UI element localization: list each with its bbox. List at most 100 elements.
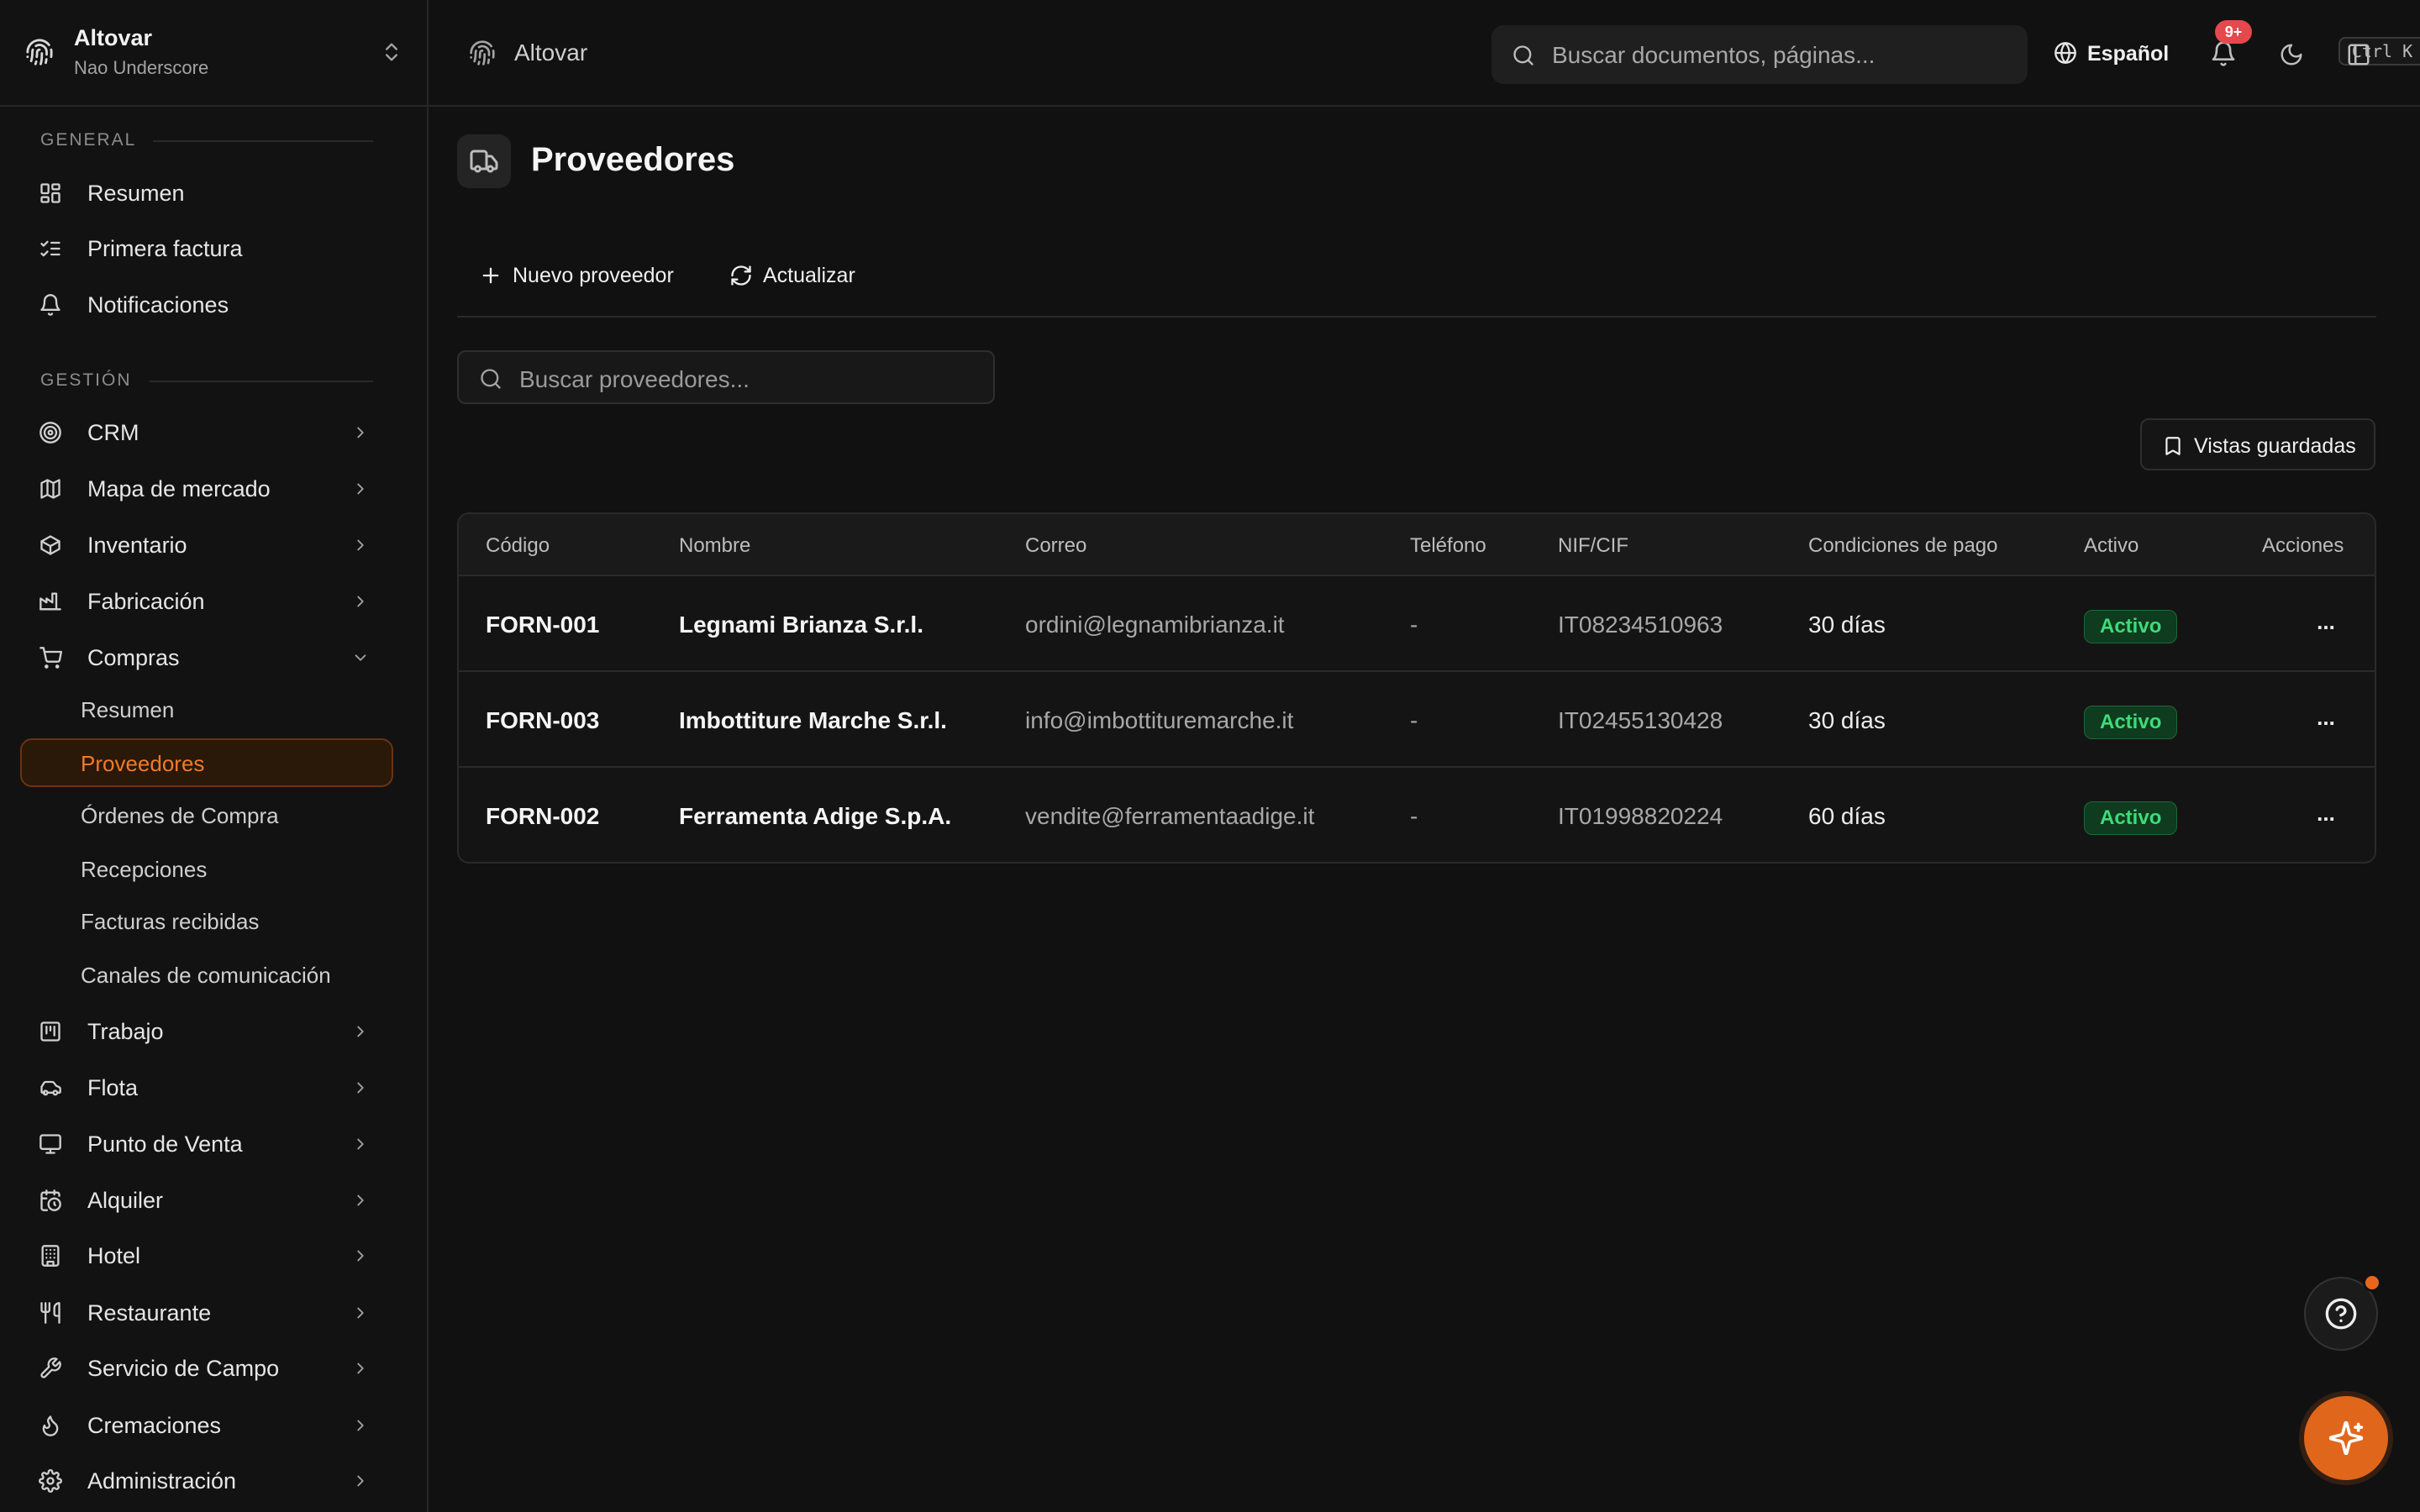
sidebar-item-label: CRM [87, 420, 139, 445]
fingerprint-icon [469, 39, 496, 66]
cell-code: FORN-003 [486, 707, 600, 733]
search-placeholder: Buscar proveedores... [519, 366, 750, 392]
cell-payment-terms: 30 días [1808, 612, 1886, 638]
column-header-correo[interactable]: Correo [1025, 534, 1086, 558]
bell-icon [39, 293, 62, 317]
section-label-general: GENERAL [40, 130, 137, 150]
sidebar-item-punto-de-venta[interactable]: Punto de Venta [20, 1120, 393, 1167]
language-label: Español [2087, 42, 2170, 66]
cell-nif: IT08234510963 [1558, 612, 1723, 638]
supplier-search-input[interactable]: Buscar proveedores... [457, 350, 995, 404]
cell-name: Ferramenta Adige S.p.A. [679, 803, 952, 829]
sidebar-subitem-canales-de-comunicacion[interactable]: Canales de comunicación [20, 950, 393, 999]
refresh-label: Actualizar [763, 264, 855, 287]
column-header-acciones: Acciones [2262, 534, 2344, 557]
sidebar-subitem-label: Canales de comunicación [81, 963, 331, 988]
column-header-condiciones-de-pago[interactable]: Condiciones de pago [1808, 534, 1998, 558]
sidebar-item-label: Trabajo [87, 1019, 164, 1044]
chevron-right-icon [351, 423, 370, 442]
cell-email: ordini@legnamibrianza.it [1025, 612, 1285, 638]
sidebar-item-mapa-de-mercado[interactable]: Mapa de mercado [20, 465, 393, 512]
sidebar-item-restaurante[interactable]: Restaurante [20, 1289, 393, 1336]
sidebar-item-label: Resumen [87, 181, 185, 206]
row-actions-button[interactable]: ... [2307, 796, 2344, 833]
new-supplier-button[interactable]: Nuevo proveedor [479, 254, 681, 297]
cell-phone: - [1410, 707, 1418, 733]
sidebar-item-resumen[interactable]: Resumen [20, 169, 393, 216]
suppliers-table: Código Nombre Correo Teléfono NIF/CIF Co… [457, 512, 2376, 864]
chevron-right-icon [351, 480, 370, 498]
row-actions-button[interactable]: ... [2307, 605, 2344, 642]
sidebar-item-administracion[interactable]: Administración [20, 1457, 393, 1504]
cell-name: Legnami Brianza S.r.l. [679, 612, 923, 638]
sidebar-item-compras[interactable]: Compras [20, 633, 393, 680]
sidebar-item-label: Inventario [87, 533, 187, 558]
chevron-right-icon [351, 1416, 370, 1435]
chevrons-up-down-icon [380, 40, 403, 64]
sidebar-item-notificaciones[interactable]: Notificaciones [20, 281, 393, 328]
status-badge: Activo [2084, 706, 2178, 739]
sidebar-item-label: Mapa de mercado [87, 476, 271, 501]
sidebar-subitem-recepciones[interactable]: Recepciones [20, 844, 393, 893]
ai-assistant-button[interactable] [2304, 1396, 2388, 1480]
column-header-nombre[interactable]: Nombre [679, 534, 750, 558]
sidebar-item-inventario[interactable]: Inventario [20, 521, 393, 568]
chevron-down-icon [351, 648, 370, 667]
sidebar-subitem-proveedores[interactable]: Proveedores [20, 738, 393, 787]
cell-email: info@imbottituremarche.it [1025, 707, 1294, 733]
table-header: Código Nombre Correo Teléfono NIF/CIF Co… [459, 514, 2375, 576]
top-bar: Altovar Buscar documentos, páginas... Ct… [429, 0, 2420, 107]
column-header-nif-cif[interactable]: NIF/CIF [1558, 534, 1628, 558]
section-label-gestion: GESTIÓN [40, 370, 132, 390]
cell-nif: IT01998820224 [1558, 803, 1723, 829]
theme-toggle-button[interactable] [2267, 30, 2314, 77]
sidebar-item-label: Notificaciones [87, 292, 229, 318]
table-row[interactable]: FORN-003 Imbottiture Marche S.r.l. info@… [459, 672, 2375, 768]
sidebar-item-crm[interactable]: CRM [20, 408, 393, 455]
toggle-panel-button[interactable] [2334, 30, 2381, 77]
column-header-activo[interactable]: Activo [2084, 534, 2139, 558]
sidebar-item-flota[interactable]: Flota [20, 1063, 393, 1110]
sidebar-item-servicio-de-campo[interactable]: Servicio de Campo [20, 1344, 393, 1391]
sidebar-item-fabricacion[interactable]: Fabricación [20, 577, 393, 624]
sidebar-item-hotel[interactable]: Hotel [20, 1231, 393, 1278]
sidebar: Altovar Nao Underscore GENERAL Resumen P… [0, 0, 429, 1512]
wrench-icon [39, 1357, 62, 1380]
kanban-icon [39, 1020, 62, 1043]
sidebar-item-cremaciones[interactable]: Cremaciones [20, 1401, 393, 1448]
language-selector[interactable]: Español [2050, 34, 2185, 74]
cell-nif: IT02455130428 [1558, 707, 1723, 733]
sidebar-item-trabajo[interactable]: Trabajo [20, 1007, 393, 1054]
truck-icon [457, 134, 511, 188]
page-title: Proveedores [531, 141, 735, 178]
cell-phone: - [1410, 612, 1418, 638]
refresh-button[interactable]: Actualizar [729, 254, 881, 297]
breadcrumb[interactable]: Altovar [514, 39, 587, 66]
package-icon [39, 533, 62, 557]
sidebar-item-primera-factura[interactable]: Primera factura [20, 224, 393, 271]
saved-views-button[interactable]: Vistas guardadas [2140, 418, 2375, 470]
table-row[interactable]: FORN-002 Ferramenta Adige S.p.A. vendite… [459, 768, 2375, 862]
sidebar-item-alquiler[interactable]: Alquiler [20, 1176, 393, 1223]
sidebar-subitem-resumen[interactable]: Resumen [20, 685, 393, 733]
row-actions-button[interactable]: ... [2307, 701, 2344, 738]
table-row[interactable]: FORN-001 Legnami Brianza S.r.l. ordini@l… [459, 576, 2375, 672]
sidebar-item-label: Servicio de Campo [87, 1356, 280, 1381]
column-header-telefono[interactable]: Teléfono [1410, 534, 1486, 558]
help-notification-dot [2363, 1273, 2381, 1292]
section-divider [150, 381, 373, 382]
cell-email: vendite@ferramentaadige.it [1025, 803, 1315, 829]
monitor-icon [39, 1132, 62, 1156]
cart-icon [39, 646, 62, 669]
workspace-switcher[interactable]: Altovar Nao Underscore [0, 0, 427, 107]
sidebar-item-label: Primera factura [87, 236, 243, 261]
cell-name: Imbottiture Marche S.r.l. [679, 707, 947, 733]
sidebar-item-label: Restaurante [87, 1300, 212, 1326]
sidebar-subitem-label: Órdenes de Compra [81, 803, 279, 828]
sidebar-subitem-ordenes-de-compra[interactable]: Órdenes de Compra [20, 790, 393, 839]
sidebar-subitem-facturas-recibidas[interactable]: Facturas recibidas [20, 896, 393, 945]
sidebar-item-label: Flota [87, 1075, 139, 1100]
workspace-user: Nao Underscore [74, 57, 209, 78]
global-search-input[interactable]: Buscar documentos, páginas... Ctrl K [1491, 25, 2420, 84]
column-header-codigo[interactable]: Código [486, 534, 550, 558]
